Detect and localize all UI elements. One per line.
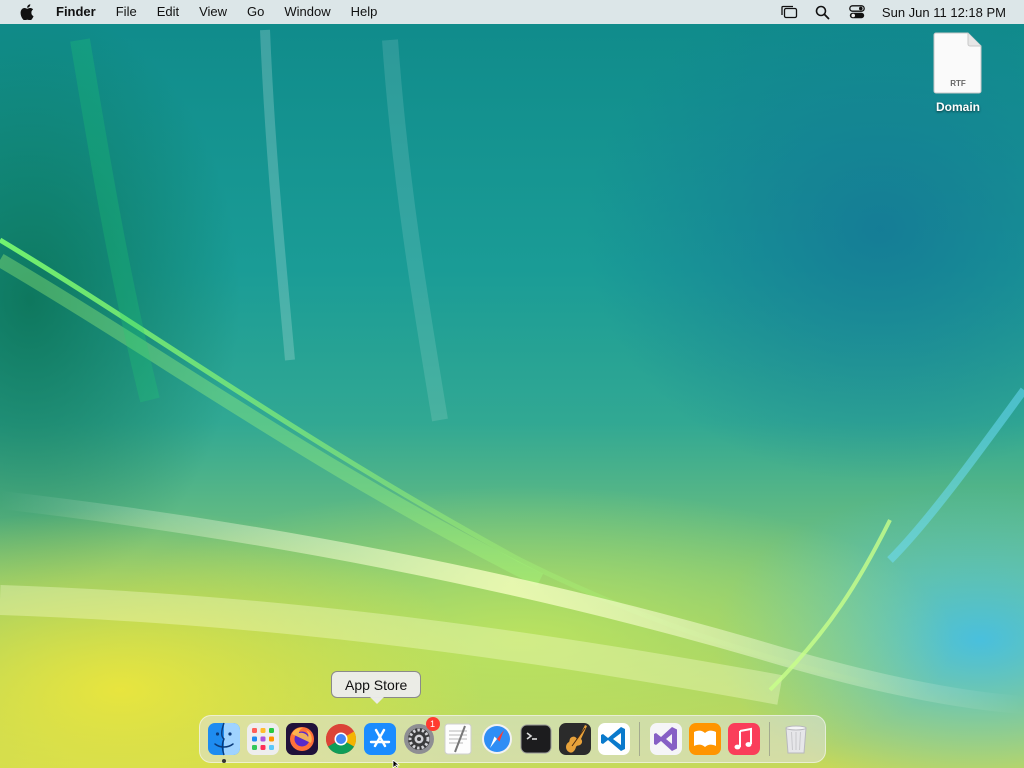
- chrome-icon: [325, 724, 356, 755]
- menu-app-name[interactable]: Finder: [46, 0, 106, 24]
- menu-view[interactable]: View: [189, 0, 237, 24]
- textedit-icon: [444, 723, 471, 755]
- dock-item-terminal[interactable]: [519, 722, 553, 756]
- dock-separator: [769, 722, 770, 756]
- mouse-pointer-icon: [392, 760, 401, 768]
- dock-separator: [639, 722, 640, 756]
- safari-icon: [481, 724, 512, 754]
- finder-running-indicator: [221, 759, 226, 763]
- control-center-icon[interactable]: [846, 2, 868, 22]
- garageband-icon: [558, 723, 591, 755]
- settings-notification-badge: 1: [425, 717, 440, 731]
- dock-item-safari[interactable]: [480, 722, 514, 756]
- dock-item-trash[interactable]: [779, 722, 813, 756]
- rtf-document-icon: RTF: [933, 32, 982, 94]
- menu-clock[interactable]: Sun Jun 11 12:18 PM: [882, 5, 1006, 20]
- file-type-label: RTF: [950, 79, 966, 88]
- firefox-icon: [285, 723, 318, 755]
- dock-item-music[interactable]: [727, 722, 761, 756]
- menu-help[interactable]: Help: [341, 0, 388, 24]
- dock-item-launchpad[interactable]: [246, 722, 280, 756]
- dock-item-garageband[interactable]: [558, 722, 592, 756]
- app-store-icon: [363, 723, 396, 755]
- dock-tooltip: App Store: [331, 671, 422, 704]
- menu-file[interactable]: File: [106, 0, 147, 24]
- dock-item-books[interactable]: [688, 722, 722, 756]
- dock-item-chrome[interactable]: [324, 722, 358, 756]
- dock-item-visual-studio[interactable]: [649, 722, 683, 756]
- dock-item-system-settings[interactable]: 1: [402, 717, 440, 756]
- dock-item-finder[interactable]: [207, 722, 241, 763]
- desktop-file-domain[interactable]: RTF Domain: [918, 32, 998, 114]
- menu-window[interactable]: Window: [274, 0, 340, 24]
- menu-bar: Finder File Edit View Go Window Help Sun…: [0, 0, 1024, 24]
- desktop-file-name: Domain: [935, 100, 980, 114]
- dock: 1: [199, 715, 826, 763]
- menu-go[interactable]: Go: [237, 0, 274, 24]
- desktop: Finder File Edit View Go Window Help Sun…: [0, 0, 1024, 768]
- dock-item-firefox[interactable]: [285, 722, 319, 756]
- dock-item-app-store[interactable]: [363, 722, 397, 756]
- launchpad-icon: [246, 723, 279, 755]
- menu-edit[interactable]: Edit: [147, 0, 189, 24]
- terminal-icon: [520, 724, 551, 754]
- vscode-icon: [597, 723, 630, 755]
- dock-item-textedit[interactable]: [441, 722, 475, 756]
- music-icon: [727, 723, 760, 755]
- wallpaper-streaks: [0, 29, 1024, 714]
- stage-manager-icon[interactable]: [778, 2, 800, 22]
- finder-icon: [207, 722, 240, 756]
- books-icon: [688, 723, 721, 755]
- dock-item-vscode[interactable]: [597, 722, 631, 756]
- spotlight-icon[interactable]: [812, 2, 834, 22]
- trash-icon: [784, 725, 807, 754]
- visual-studio-icon: [649, 723, 682, 755]
- apple-menu-icon[interactable]: [18, 3, 36, 21]
